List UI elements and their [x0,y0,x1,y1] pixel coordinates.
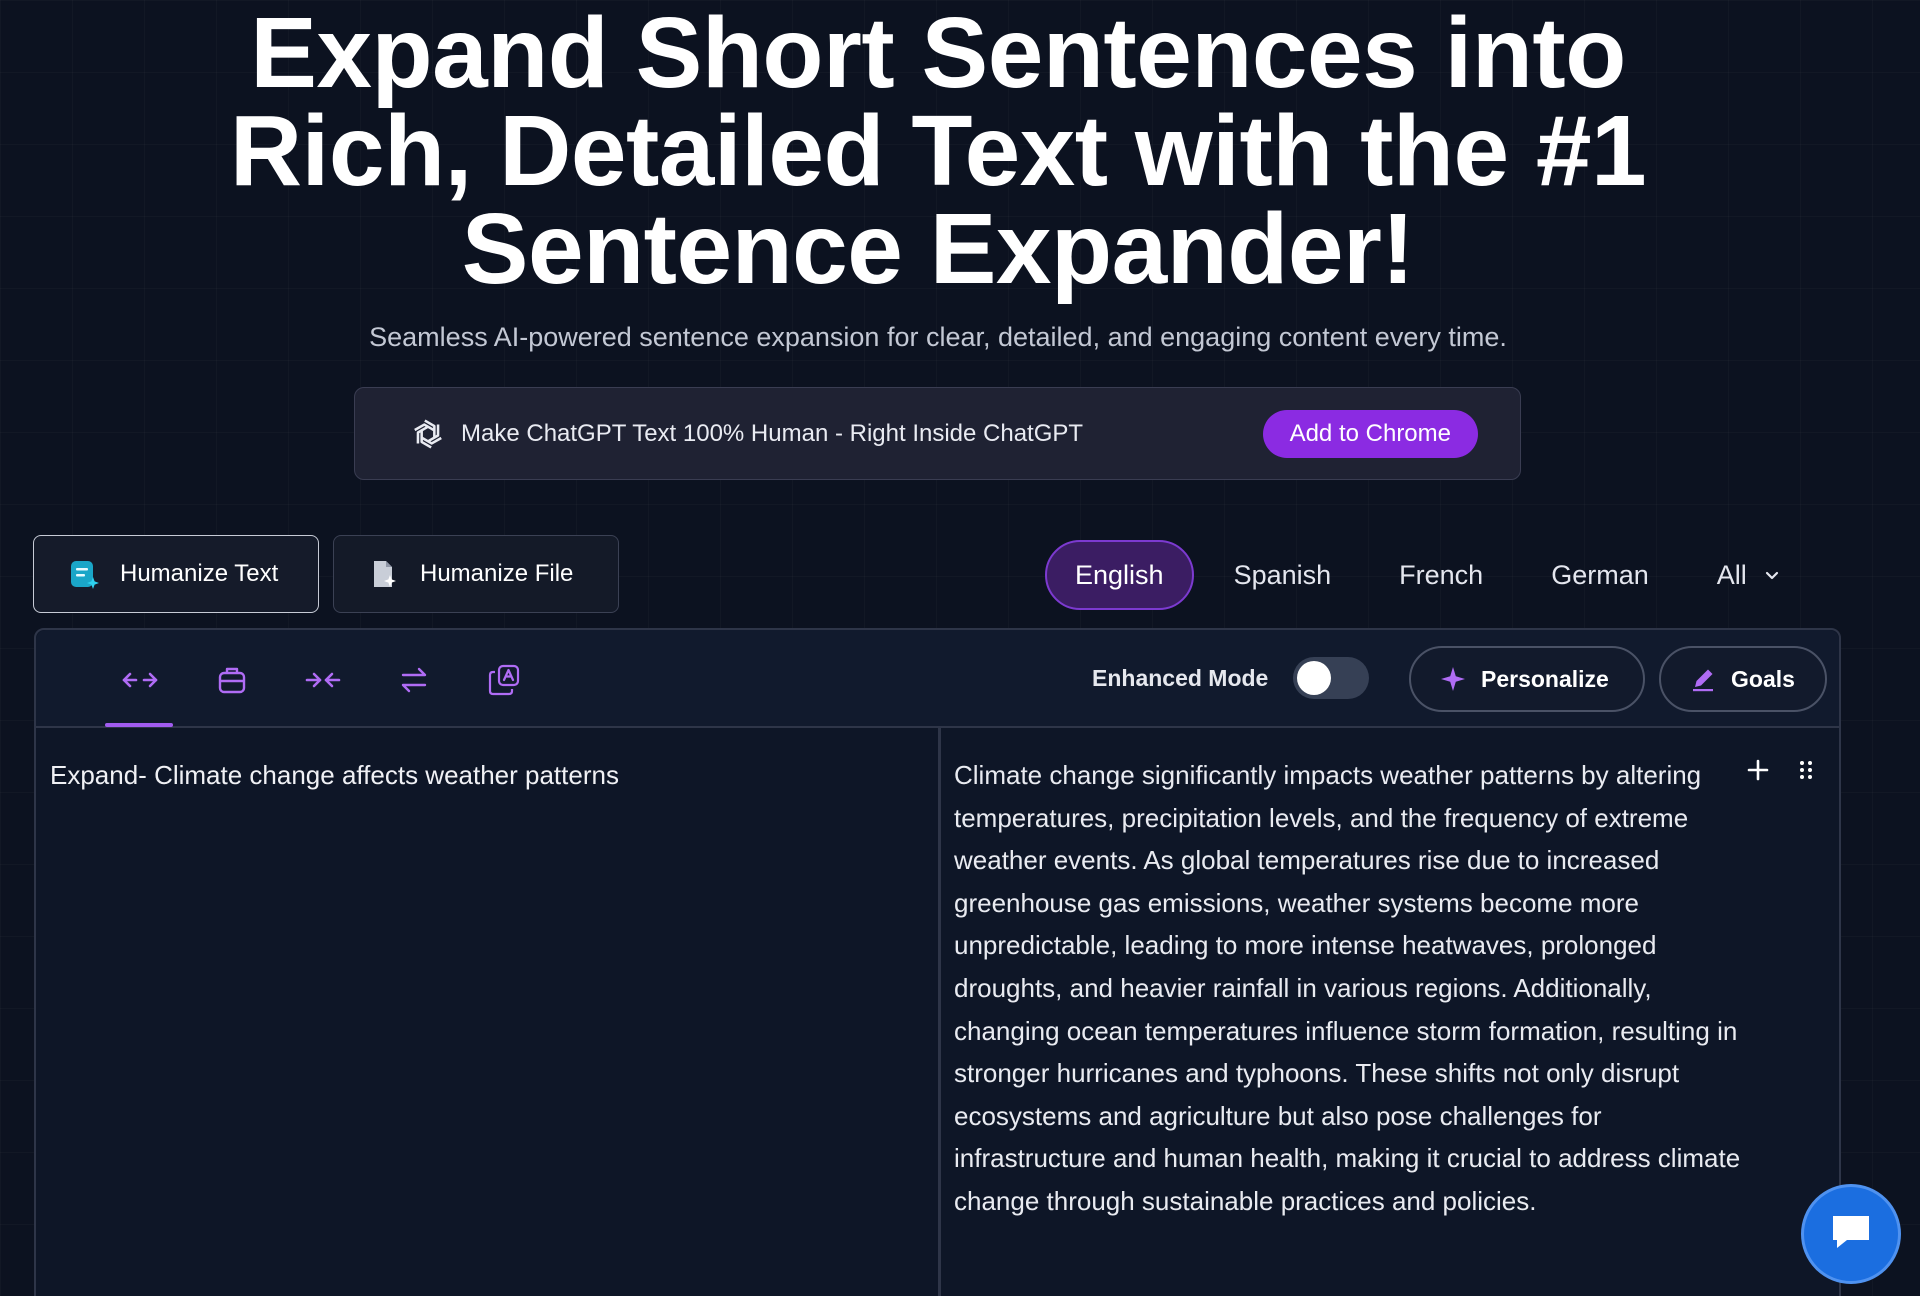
tab-humanize-file-label: Humanize File [420,560,574,587]
swap-icon[interactable] [394,662,434,698]
enhanced-mode-label: Enhanced Mode [1092,665,1269,691]
briefcase-icon[interactable] [212,662,252,698]
lang-french[interactable]: French [1371,540,1511,610]
tab-humanize-file[interactable]: Humanize File [333,535,619,613]
document-sparkle-icon [68,558,100,590]
lang-spanish[interactable]: Spanish [1206,540,1360,610]
language-selector: English Spanish French German All [1045,539,1821,611]
chevron-down-icon [1763,566,1781,584]
enhanced-mode-toggle[interactable] [1293,657,1369,699]
personalize-label: Personalize [1481,665,1609,692]
hero-title-line-1: Expand Short Sentences into [250,0,1626,109]
sparkle-icon [1439,665,1467,693]
lang-english[interactable]: English [1045,540,1194,610]
hero-title: Expand Short Sentences into Rich, Detail… [0,0,1876,305]
editor-toolbar: Enhanced Mode Personalize Goals [36,630,1839,728]
goals-label: Goals [1731,665,1795,692]
toggle-knob [1297,661,1331,695]
pane-divider [938,728,941,1296]
output-text: Climate change significantly impacts wea… [954,760,1741,1216]
add-to-chrome-button[interactable]: Add to Chrome [1262,409,1478,458]
input-textarea[interactable]: Expand- Climate change affects weather p… [50,760,619,791]
hero-title-line-3: Sentence Expander! [461,193,1415,305]
pencil-icon [1689,665,1717,693]
plus-icon[interactable] [1743,755,1773,785]
tab-humanize-text-label: Humanize Text [120,560,279,587]
hero-title-line-2: Rich, Detailed Text with the #1 [229,95,1647,207]
chat-support-button[interactable] [1801,1184,1901,1284]
editor-panel: Enhanced Mode Personalize Goals Expand- … [34,628,1841,1296]
chat-bubble-icon [1827,1208,1875,1261]
lang-german[interactable]: German [1523,540,1677,610]
file-sparkle-icon [368,558,400,590]
extension-banner: Make ChatGPT Text 100% Human - Right Ins… [354,387,1521,480]
hero-subtitle: Seamless AI-powered sentence expansion f… [369,322,1507,352]
drag-handle-icon[interactable] [1791,755,1821,785]
active-tool-indicator [105,723,173,727]
tab-humanize-text[interactable]: Humanize Text [33,535,319,613]
banner-text: Make ChatGPT Text 100% Human - Right Ins… [461,419,1084,447]
lang-all-dropdown[interactable]: All [1689,540,1809,610]
expand-icon[interactable] [120,662,160,698]
copy-a-icon[interactable] [484,662,524,698]
openai-icon [409,415,447,453]
shorten-icon[interactable] [303,662,343,698]
lang-all-label: All [1716,559,1747,590]
personalize-button[interactable]: Personalize [1409,646,1645,712]
goals-button[interactable]: Goals [1659,646,1827,712]
